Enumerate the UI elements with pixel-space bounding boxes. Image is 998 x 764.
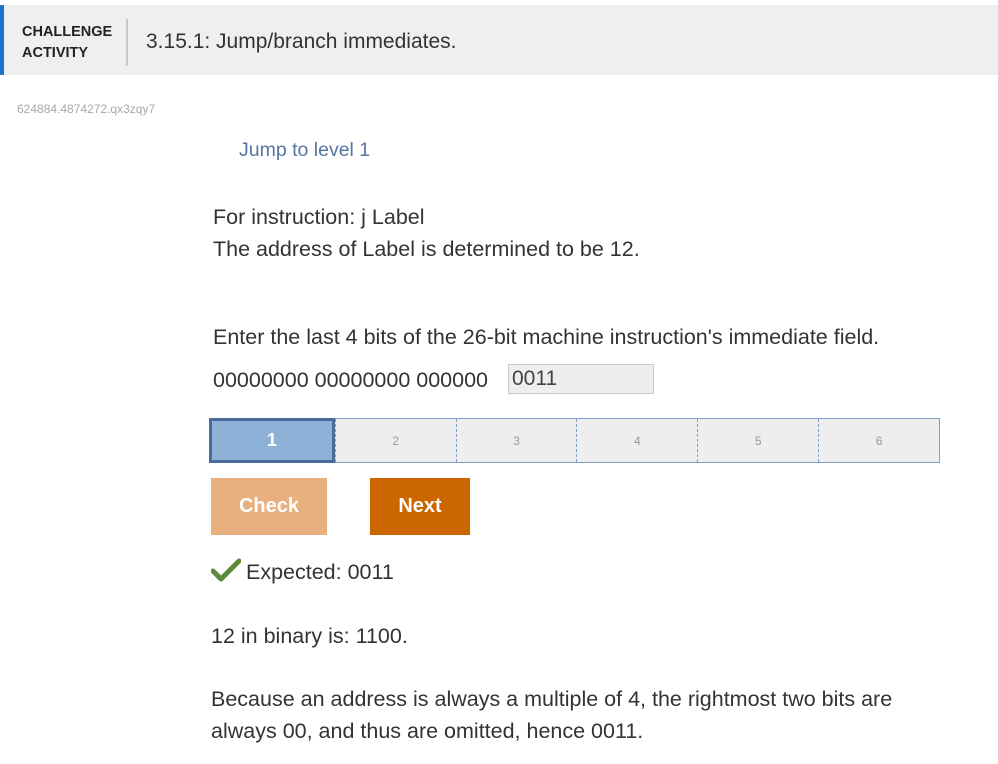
feedback-explanation-line2: always 00, and thus are omitted, hence 0…: [211, 719, 644, 743]
activity-kind-label: Challenge Activity: [22, 24, 113, 61]
level-3-button[interactable]: 3: [455, 419, 577, 462]
question-text: Enter the last 4 bits of the 26-bit mach…: [213, 325, 880, 349]
prompt-address: The address of Label is determined to be…: [213, 237, 640, 261]
prompt-instruction: For instruction: j Label: [213, 205, 425, 229]
level-1-button[interactable]: 1: [209, 418, 335, 463]
next-button[interactable]: Next: [370, 478, 470, 535]
checkmark-icon: [211, 558, 241, 582]
activity-header: Challenge Activity 3.15.1: Jump/branch i…: [0, 5, 998, 75]
level-2-button[interactable]: 2: [334, 419, 456, 462]
feedback-explanation-binary: 12 in binary is: 1100.: [211, 624, 408, 648]
check-button[interactable]: Check: [211, 478, 327, 535]
level-6-button[interactable]: 6: [818, 419, 939, 462]
level-5-button[interactable]: 5: [697, 419, 818, 462]
level-selector: 123456: [209, 418, 940, 463]
feedback-expected: Expected: 0011: [246, 560, 394, 584]
activity-title: 3.15.1: Jump/branch immediates.: [146, 30, 457, 53]
activity-id: 624884.4874272.qx3zqy7: [17, 102, 156, 116]
feedback-explanation-line1: Because an address is always a multiple …: [211, 687, 893, 711]
header-accent-bar: [0, 5, 4, 75]
jump-to-level-link[interactable]: Jump to level 1: [239, 139, 370, 162]
level-4-button[interactable]: 4: [576, 419, 697, 462]
answer-input[interactable]: [508, 364, 654, 394]
bits-prefix: 00000000 00000000 000000: [213, 368, 489, 392]
header-divider: [126, 19, 128, 66]
